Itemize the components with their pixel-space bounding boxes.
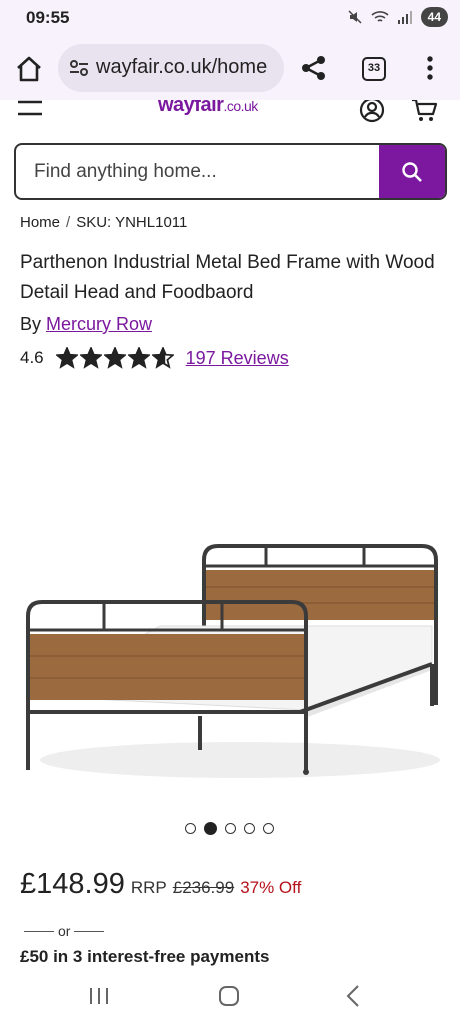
divider-line <box>74 930 105 932</box>
sale-price: £148.99 <box>20 868 125 900</box>
rrp-label: RRP <box>130 878 167 897</box>
star-icon <box>79 347 102 369</box>
carousel-dot[interactable] <box>225 823 236 834</box>
by-label: By <box>20 314 42 334</box>
status-icons: 44 <box>347 7 448 27</box>
search-input[interactable] <box>16 145 381 198</box>
wayfair-logo[interactable]: wayfair.co.uk <box>158 100 258 117</box>
breadcrumb-home[interactable]: Home <box>20 214 60 231</box>
brand-link[interactable]: Mercury Row <box>46 314 152 334</box>
breadcrumb-separator: / <box>66 214 71 231</box>
breadcrumb: Home / SKU: YNHL1011 <box>20 214 187 231</box>
tune-icon[interactable] <box>68 57 90 79</box>
search-icon <box>402 161 422 182</box>
star-half-icon <box>151 347 174 369</box>
hamburger-icon[interactable] <box>18 100 42 120</box>
system-nav-bar <box>0 970 460 1024</box>
carousel-indicator <box>185 822 274 835</box>
star-icon <box>127 347 150 369</box>
account-icon[interactable] <box>358 100 386 124</box>
carousel-dot[interactable] <box>263 823 274 834</box>
star-rating <box>55 347 174 369</box>
search-bar <box>14 143 447 200</box>
logo-suffix: .co.uk <box>223 100 258 114</box>
price-row: £148.99 RRP £236.99 37% Off <box>20 868 301 901</box>
wifi-icon <box>371 11 389 22</box>
url-text[interactable]: wayfair.co.uk/home <box>96 56 267 79</box>
home-icon[interactable] <box>14 54 44 84</box>
site-header: wayfair.co.uk <box>0 100 460 130</box>
carousel-dot[interactable] <box>204 822 217 835</box>
more-vert-icon[interactable] <box>420 54 440 82</box>
product-title: Parthenon Industrial Metal Bed Frame wit… <box>20 252 435 303</box>
logo-text: wayfair <box>158 100 224 116</box>
mute-icon <box>348 10 362 24</box>
rating-row: 4.6 197 Reviews <box>20 347 289 369</box>
nav-home-icon[interactable] <box>217 984 241 1008</box>
battery-indicator: 44 <box>420 7 448 27</box>
carousel-dot[interactable] <box>244 823 255 834</box>
reviews-link[interactable]: 197 Reviews <box>186 348 289 369</box>
rrp-price: £236.99 <box>172 878 235 897</box>
product-image[interactable] <box>0 530 460 790</box>
installment-info: £50 in 3 interest-free payments <box>20 947 270 966</box>
divider-line <box>24 930 54 932</box>
star-icon <box>103 347 126 369</box>
breadcrumb-sku: SKU: YNHL1011 <box>76 214 188 231</box>
address-bar[interactable]: wayfair.co.uk/home <box>58 44 284 92</box>
search-button[interactable] <box>379 145 445 198</box>
status-time: 09:55 <box>26 8 70 27</box>
rating-value: 4.6 <box>20 348 44 367</box>
share-icon[interactable] <box>300 54 328 82</box>
carousel-dot[interactable] <box>185 823 196 834</box>
status-bar: 09:55 44 <box>0 0 460 36</box>
or-divider: or <box>20 923 108 939</box>
back-icon[interactable] <box>345 984 361 1008</box>
brand-line: By Mercury Row <box>20 314 152 335</box>
tabs-icon[interactable]: 33 <box>362 57 386 81</box>
signal-icon <box>397 11 412 24</box>
recents-icon[interactable] <box>88 986 110 1006</box>
cart-icon[interactable] <box>410 100 438 124</box>
discount-badge: 37% Off <box>240 878 302 897</box>
browser-toolbar: wayfair.co.uk/home 33 <box>0 36 460 100</box>
star-icon <box>55 347 78 369</box>
or-label: or <box>58 923 71 939</box>
